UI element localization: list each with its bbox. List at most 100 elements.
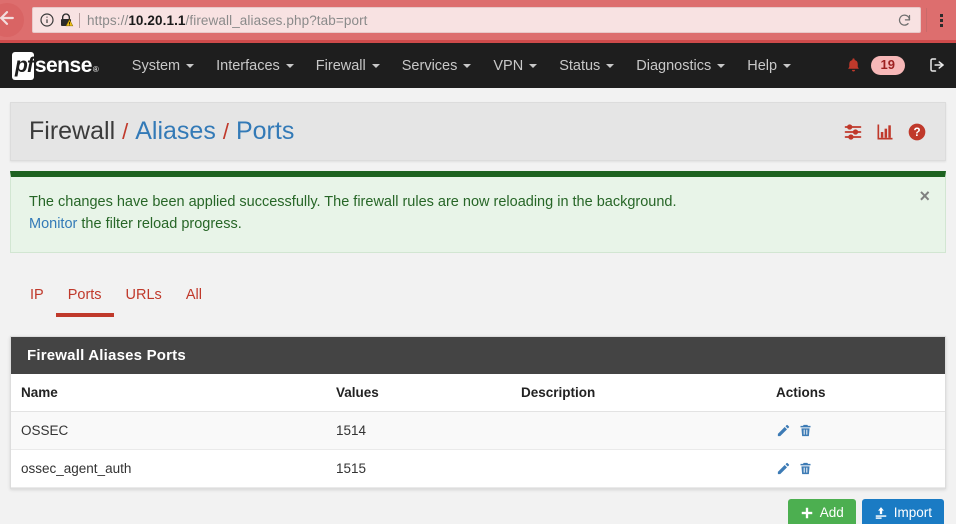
logout-icon[interactable] — [928, 56, 946, 74]
url-bar-icons — [39, 12, 74, 28]
nav-label: Firewall — [315, 57, 366, 74]
page-content: Firewall / Aliases / Ports ? The changes… — [0, 102, 956, 524]
row-action-group — [776, 461, 945, 476]
nav-label: Status — [559, 57, 601, 74]
table-body: OSSEC 1514 ossec_agent_auth 1515 — [11, 411, 945, 488]
alert-line-1: The changes have been applied successful… — [29, 194, 677, 210]
nav-item-status[interactable]: Status — [548, 46, 625, 86]
breadcrumb: Firewall / Aliases / Ports — [29, 117, 843, 146]
cell-description — [521, 449, 776, 488]
chevron-down-icon — [463, 63, 472, 68]
logo-registered-mark: ® — [92, 64, 99, 74]
url-host: 10.20.1.1 — [128, 12, 186, 28]
alert-line-2: Monitor the filter reload progress. — [29, 213, 927, 235]
info-icon[interactable] — [39, 12, 55, 28]
tab-ip[interactable]: IP — [18, 279, 56, 317]
cell-description — [521, 411, 776, 450]
add-button[interactable]: Add — [787, 498, 856, 524]
back-arrow-icon — [0, 8, 17, 33]
tab-urls[interactable]: URLs — [114, 279, 174, 317]
chevron-down-icon — [783, 63, 792, 68]
cell-actions — [776, 411, 945, 450]
settings-sliders-icon[interactable] — [843, 122, 863, 142]
nav-label: VPN — [493, 57, 524, 74]
nav-item-services[interactable]: Services — [391, 46, 483, 86]
table-row[interactable]: OSSEC 1514 — [11, 411, 945, 450]
tab-all[interactable]: All — [174, 279, 214, 317]
breadcrumb-root: Firewall — [29, 117, 116, 145]
chrome-divider — [926, 8, 927, 32]
success-alert: The changes have been applied successful… — [10, 171, 946, 253]
aliases-table: Name Values Description Actions OSSEC 15… — [11, 373, 945, 488]
lock-warning-icon[interactable] — [58, 12, 74, 28]
table-row[interactable]: ossec_agent_auth 1515 — [11, 449, 945, 488]
nav-label: System — [131, 57, 181, 74]
nav-menu: System Interfaces Firewall Services VPN … — [121, 46, 845, 86]
reload-button[interactable] — [892, 9, 916, 31]
column-header-description[interactable]: Description — [521, 373, 776, 412]
nav-label: Diagnostics — [636, 57, 712, 74]
reload-icon — [898, 14, 910, 26]
import-button-label: Import — [893, 505, 932, 521]
browser-chrome: https://10.20.1.1/firewall_aliases.php?t… — [0, 0, 956, 40]
browser-back-button[interactable] — [0, 3, 24, 37]
import-button[interactable]: Import — [861, 498, 944, 524]
alert-line-2-rest: the filter reload progress. — [77, 216, 242, 233]
tab-ports[interactable]: Ports — [55, 279, 114, 317]
add-button-label: Add — [819, 505, 844, 521]
nav-item-system[interactable]: System — [121, 46, 205, 86]
breadcrumb-separator: / — [222, 119, 229, 144]
nav-item-diagnostics[interactable]: Diagnostics — [625, 46, 736, 86]
alert-close-button[interactable]: × — [919, 187, 930, 205]
bell-icon[interactable] — [845, 57, 862, 74]
notification-count-badge[interactable]: 19 — [870, 55, 905, 76]
cell-name: OSSEC — [11, 411, 336, 450]
nav-label: Help — [747, 57, 778, 74]
cell-name: ossec_agent_auth — [11, 449, 336, 488]
help-circle-icon[interactable]: ? — [907, 122, 927, 142]
alert-monitor-link[interactable]: Monitor — [29, 216, 77, 232]
nav-label: Interfaces — [216, 57, 280, 74]
bar-chart-icon[interactable] — [875, 122, 895, 142]
main-navbar: pf sense ® System Interfaces Firewall Serv… — [0, 43, 956, 88]
breadcrumb-separator: / — [122, 119, 129, 144]
breadcrumb-link-aliases[interactable]: Aliases — [135, 117, 216, 146]
edit-pencil-icon[interactable] — [776, 423, 791, 438]
column-header-name[interactable]: Name — [11, 373, 336, 412]
trash-icon[interactable] — [798, 423, 813, 438]
url-text: https://10.20.1.1/firewall_aliases.php?t… — [87, 13, 892, 28]
hamburger-menu-icon[interactable] — [932, 8, 950, 32]
nav-label: Services — [401, 57, 458, 74]
panel-title: Firewall Aliases Ports — [11, 336, 945, 374]
aliases-panel: Firewall Aliases Ports Name Values Descr… — [10, 335, 946, 489]
url-bar[interactable]: https://10.20.1.1/firewall_aliases.php?t… — [32, 7, 921, 33]
nav-item-vpn[interactable]: VPN — [482, 46, 548, 86]
navbar-right-group: 19 — [845, 55, 946, 76]
nav-item-help[interactable]: Help — [736, 46, 802, 86]
alias-type-tabs: IP Ports URLs All — [10, 279, 946, 318]
panel-actions: Add Import — [10, 498, 946, 524]
column-header-values[interactable]: Values — [336, 373, 521, 412]
cell-values: 1514 — [336, 411, 521, 450]
plus-icon — [800, 506, 814, 520]
edit-pencil-icon[interactable] — [776, 461, 791, 476]
logo-sense-text: sense — [34, 53, 93, 77]
chevron-down-icon — [606, 63, 615, 68]
alert-message: The changes have been applied successful… — [29, 191, 927, 236]
svg-text:?: ? — [913, 126, 920, 139]
table-header: Name Values Description Actions — [11, 373, 945, 412]
trash-icon[interactable] — [798, 461, 813, 476]
breadcrumb-bar: Firewall / Aliases / Ports ? — [10, 102, 946, 161]
chevron-down-icon — [529, 63, 538, 68]
nav-item-interfaces[interactable]: Interfaces — [205, 46, 305, 86]
url-divider — [79, 12, 80, 28]
cell-values: 1515 — [336, 449, 521, 488]
tab-label: URLs — [125, 286, 162, 303]
url-scheme: https:// — [87, 12, 129, 28]
pfsense-logo[interactable]: pf sense ® — [12, 51, 99, 80]
row-action-group — [776, 423, 945, 438]
breadcrumb-link-ports[interactable]: Ports — [236, 117, 294, 146]
chevron-down-icon — [285, 63, 294, 68]
url-path: /firewall_aliases.php?tab=port — [185, 12, 368, 28]
nav-item-firewall[interactable]: Firewall — [305, 46, 391, 86]
